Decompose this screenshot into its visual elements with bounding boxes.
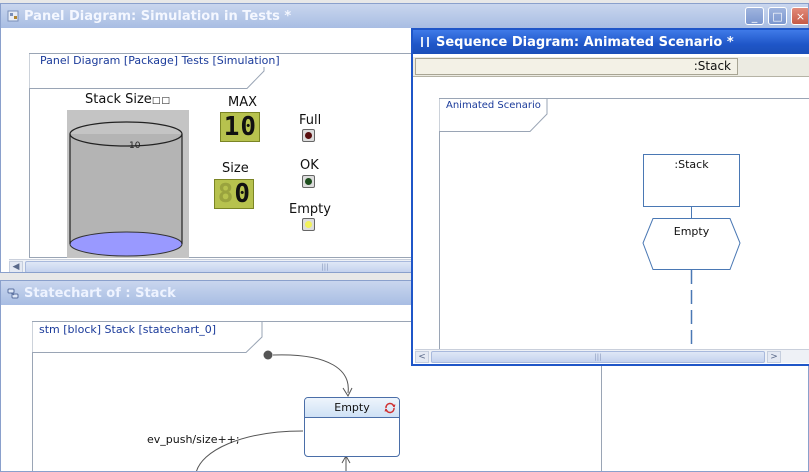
indicator-full-label: Full: [299, 113, 322, 128]
empty-led-dot: [305, 221, 312, 228]
panel-window-titlebar[interactable]: Panel Diagram: Simulation in Tests *: [1, 4, 808, 28]
gauge-tick-value: 10: [129, 141, 141, 151]
ok-led-dot: [305, 178, 312, 185]
panel-diagram-icon: [7, 10, 19, 22]
indicator-full-led: [302, 129, 315, 142]
indicator-empty-label: Empty: [289, 202, 331, 217]
close-button[interactable]: ×: [791, 7, 808, 25]
indicator-empty-led: [302, 218, 315, 231]
panel-hscrollbar[interactable]: ◀ |||: [9, 259, 625, 272]
sequence-scroll-left-glyph: <: [418, 352, 426, 362]
full-led-dot: [305, 132, 312, 139]
indicator-ok-led: [302, 175, 315, 188]
state-empty[interactable]: Empty: [304, 397, 400, 457]
state-empty-name: Empty: [334, 401, 370, 414]
max-label: MAX: [228, 95, 258, 110]
size-value: 0: [234, 179, 251, 209]
sequence-scroll-right-glyph: >: [770, 352, 778, 362]
refresh-icon: [384, 402, 396, 414]
max-value: 10: [223, 112, 257, 142]
sequence-hscrollbar[interactable]: < ||| >: [415, 349, 809, 363]
sequence-scroll-grip: |||: [594, 353, 602, 361]
lifeline-line-and-state: [642, 207, 741, 345]
stack-size-gauge: 10: [67, 110, 189, 258]
panel-scroll-grip: |||: [321, 263, 329, 271]
state-marker-empty: Empty: [673, 225, 710, 238]
size-lcd-display: 80: [214, 179, 254, 209]
gauge-cylinder: [69, 121, 183, 257]
sequence-scroll-left-arrow[interactable]: <: [415, 351, 429, 363]
gauge-label-text: Stack Size: [85, 92, 152, 107]
panel-window-title: Panel Diagram: Simulation in Tests *: [24, 8, 292, 24]
size-ghost-digit: 8: [217, 179, 235, 209]
sequence-scroll-right-arrow[interactable]: >: [767, 351, 781, 363]
size-label: Size: [222, 161, 249, 176]
sequence-diagram-window: Sequence Diagram: Animated Scenario * :S…: [411, 28, 809, 366]
panel-frame-label: Panel Diagram [Package] Tests [Simulatio…: [40, 54, 280, 67]
gauge-label: Stack Size□□: [85, 92, 171, 107]
sequence-scroll-thumb[interactable]: |||: [431, 351, 765, 363]
panel-scroll-left-arrow[interactable]: ◀: [9, 261, 23, 272]
minimize-button[interactable]: _: [745, 7, 764, 25]
transition-label: ev_push/size++;: [147, 433, 240, 446]
max-lcd-display: 10: [220, 112, 260, 142]
maximize-button[interactable]: □: [768, 7, 787, 25]
gauge-label-suffix: □□: [151, 96, 171, 106]
indicator-ok-label: OK: [300, 158, 319, 173]
